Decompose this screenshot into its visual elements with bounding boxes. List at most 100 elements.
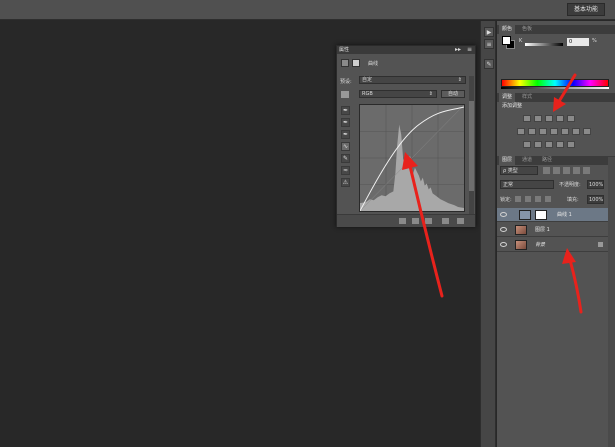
lock-position-icon[interactable] xyxy=(535,196,541,202)
tab-paths[interactable]: 路径 xyxy=(539,156,555,165)
view-previous-icon[interactable] xyxy=(412,218,419,224)
tab-styles[interactable]: 样式 xyxy=(519,93,535,102)
layer-row-layer1[interactable]: 图层 1 xyxy=(497,223,609,237)
dock-scrollbar[interactable] xyxy=(608,157,615,447)
threshold-icon[interactable] xyxy=(545,141,553,148)
gradient-map-icon[interactable] xyxy=(556,141,564,148)
properties-scrollbar[interactable] xyxy=(469,76,474,216)
layer-row-background[interactable]: 背景 xyxy=(497,238,609,252)
fill-label: 填充: xyxy=(567,197,579,203)
lock-pixels-icon[interactable] xyxy=(525,196,531,202)
curves-icon[interactable] xyxy=(545,115,553,122)
grayscale-ramp[interactable] xyxy=(501,87,609,89)
black-white-icon[interactable] xyxy=(550,128,558,135)
layer-thumbnail xyxy=(515,240,527,250)
adjustments-title: 添加调整 xyxy=(502,103,523,109)
tab-layers[interactable]: 图层 xyxy=(499,156,516,165)
chevron-down-icon: ⇕ xyxy=(428,91,433,97)
channel-select[interactable]: RGB ⇕ xyxy=(359,90,437,98)
white-point-eyedropper-icon[interactable]: ✒ xyxy=(341,130,350,139)
eye-icon[interactable] xyxy=(500,242,507,247)
gradient-triangle-icon[interactable] xyxy=(567,115,575,122)
filter-pixel-icon[interactable] xyxy=(543,167,550,174)
reset-icon[interactable] xyxy=(425,218,432,224)
collapse-icon[interactable]: ▸▸ xyxy=(455,46,461,54)
smooth-icon[interactable]: ≈ xyxy=(341,166,350,175)
k-channel-slider[interactable] xyxy=(525,43,563,46)
preset-value: 自定 xyxy=(362,77,373,83)
filter-adjustment-icon[interactable] xyxy=(553,167,560,174)
posterize-icon[interactable] xyxy=(534,141,542,148)
color-panel-tabs: 颜色 色板 xyxy=(497,25,615,34)
tab-color[interactable]: 颜色 xyxy=(499,25,516,34)
tab-properties[interactable]: 属性 xyxy=(339,46,349,54)
brush-icon[interactable]: ✎ xyxy=(484,59,494,69)
auto-button[interactable]: 自动 xyxy=(441,90,465,98)
properties-titlebar[interactable]: 属性 ▸▸ ≡ xyxy=(337,46,475,54)
k-channel-input[interactable]: 0 xyxy=(567,38,589,46)
curves-graph[interactable] xyxy=(359,104,465,212)
layers-panel-tabs: 图层 通道 路径 xyxy=(497,156,615,165)
filter-type-icon[interactable] xyxy=(563,167,570,174)
levels-icon[interactable] xyxy=(534,115,542,122)
hue-saturation-icon[interactable] xyxy=(528,128,536,135)
filter-shape-icon[interactable] xyxy=(573,167,580,174)
exposure-icon[interactable] xyxy=(556,115,564,122)
lock-options xyxy=(515,196,555,203)
properties-panel: 属性 ▸▸ ≡ 曲线 预设: 自定 ⇕ RGB ⇕ 自动 ✒ ✒ ✒ ∿ ✎ ≈… xyxy=(336,45,476,227)
brightness-icon[interactable] xyxy=(523,115,531,122)
preset-select[interactable]: 自定 ⇕ xyxy=(359,76,466,84)
tab-channels[interactable]: 通道 xyxy=(519,156,535,165)
channel-mixer-icon[interactable] xyxy=(572,128,580,135)
photo-filter-icon[interactable] xyxy=(561,128,569,135)
hand-adjust-icon[interactable] xyxy=(341,91,349,98)
layer-name[interactable]: 图层 1 xyxy=(535,226,550,233)
tab-swatches[interactable]: 色板 xyxy=(519,25,535,34)
tab-adjustments[interactable]: 调整 xyxy=(499,93,516,102)
eye-icon[interactable] xyxy=(500,227,507,232)
color-balance-icon[interactable] xyxy=(539,128,547,135)
clipping-warning-icon[interactable]: ⚠ xyxy=(341,178,350,187)
opacity-input[interactable]: 100% xyxy=(587,180,604,189)
panel-menu-icon[interactable]: ≡ xyxy=(467,46,472,54)
fill-input[interactable]: 100% xyxy=(587,195,604,204)
pencil-icon[interactable]: ✎ xyxy=(341,154,350,163)
adjustment-type-icon[interactable] xyxy=(341,59,349,67)
layer-filter-select[interactable]: ρ 类型 xyxy=(500,166,538,175)
layer-row-curves[interactable]: 曲线 1 xyxy=(497,208,609,222)
lock-label: 锁定: xyxy=(500,197,512,203)
mask-thumbnail[interactable] xyxy=(535,210,547,220)
history-icon[interactable]: ▶ xyxy=(484,27,494,37)
adjustments-panel-tabs: 调整 样式 xyxy=(497,93,615,102)
curve-point-tool-icon[interactable]: ∿ xyxy=(341,142,350,151)
curve-control-point xyxy=(406,156,411,161)
lock-transparency-icon[interactable] xyxy=(515,196,521,202)
trash-icon[interactable] xyxy=(457,218,464,224)
preset-label: 预设: xyxy=(340,79,352,85)
scrollbar-thumb[interactable] xyxy=(469,101,474,191)
tool-presets-icon[interactable]: ≡ xyxy=(484,39,494,49)
layer-name[interactable]: 曲线 1 xyxy=(557,211,572,218)
black-point-eyedropper-icon[interactable]: ✒ xyxy=(341,106,350,115)
invert-icon[interactable] xyxy=(523,141,531,148)
options-bar: 基本功能 xyxy=(0,0,615,20)
layer-name[interactable]: 背景 xyxy=(535,241,545,248)
vibrance-icon[interactable] xyxy=(517,128,525,135)
blend-mode-select[interactable]: 正常 xyxy=(500,180,554,189)
selective-color-icon[interactable] xyxy=(567,141,575,148)
opacity-label: 不透明度: xyxy=(559,182,581,188)
filter-smart-object-icon[interactable] xyxy=(583,167,590,174)
visibility-icon[interactable] xyxy=(442,218,449,224)
lock-all-icon[interactable] xyxy=(545,196,551,202)
workspace-switcher-button[interactable]: 基本功能 xyxy=(566,3,605,16)
properties-footer xyxy=(337,214,475,227)
eye-icon[interactable] xyxy=(500,212,507,217)
color-spectrum-bar[interactable] xyxy=(501,79,609,87)
chevron-down-icon: ⇕ xyxy=(457,77,462,83)
gray-point-eyedropper-icon[interactable]: ✒ xyxy=(341,118,350,127)
mask-icon[interactable] xyxy=(352,59,360,67)
foreground-color-swatch[interactable] xyxy=(502,36,511,45)
adjustment-thumbnail xyxy=(519,210,531,220)
clip-to-layer-icon[interactable] xyxy=(399,218,406,224)
color-lookup-icon[interactable] xyxy=(583,128,591,135)
